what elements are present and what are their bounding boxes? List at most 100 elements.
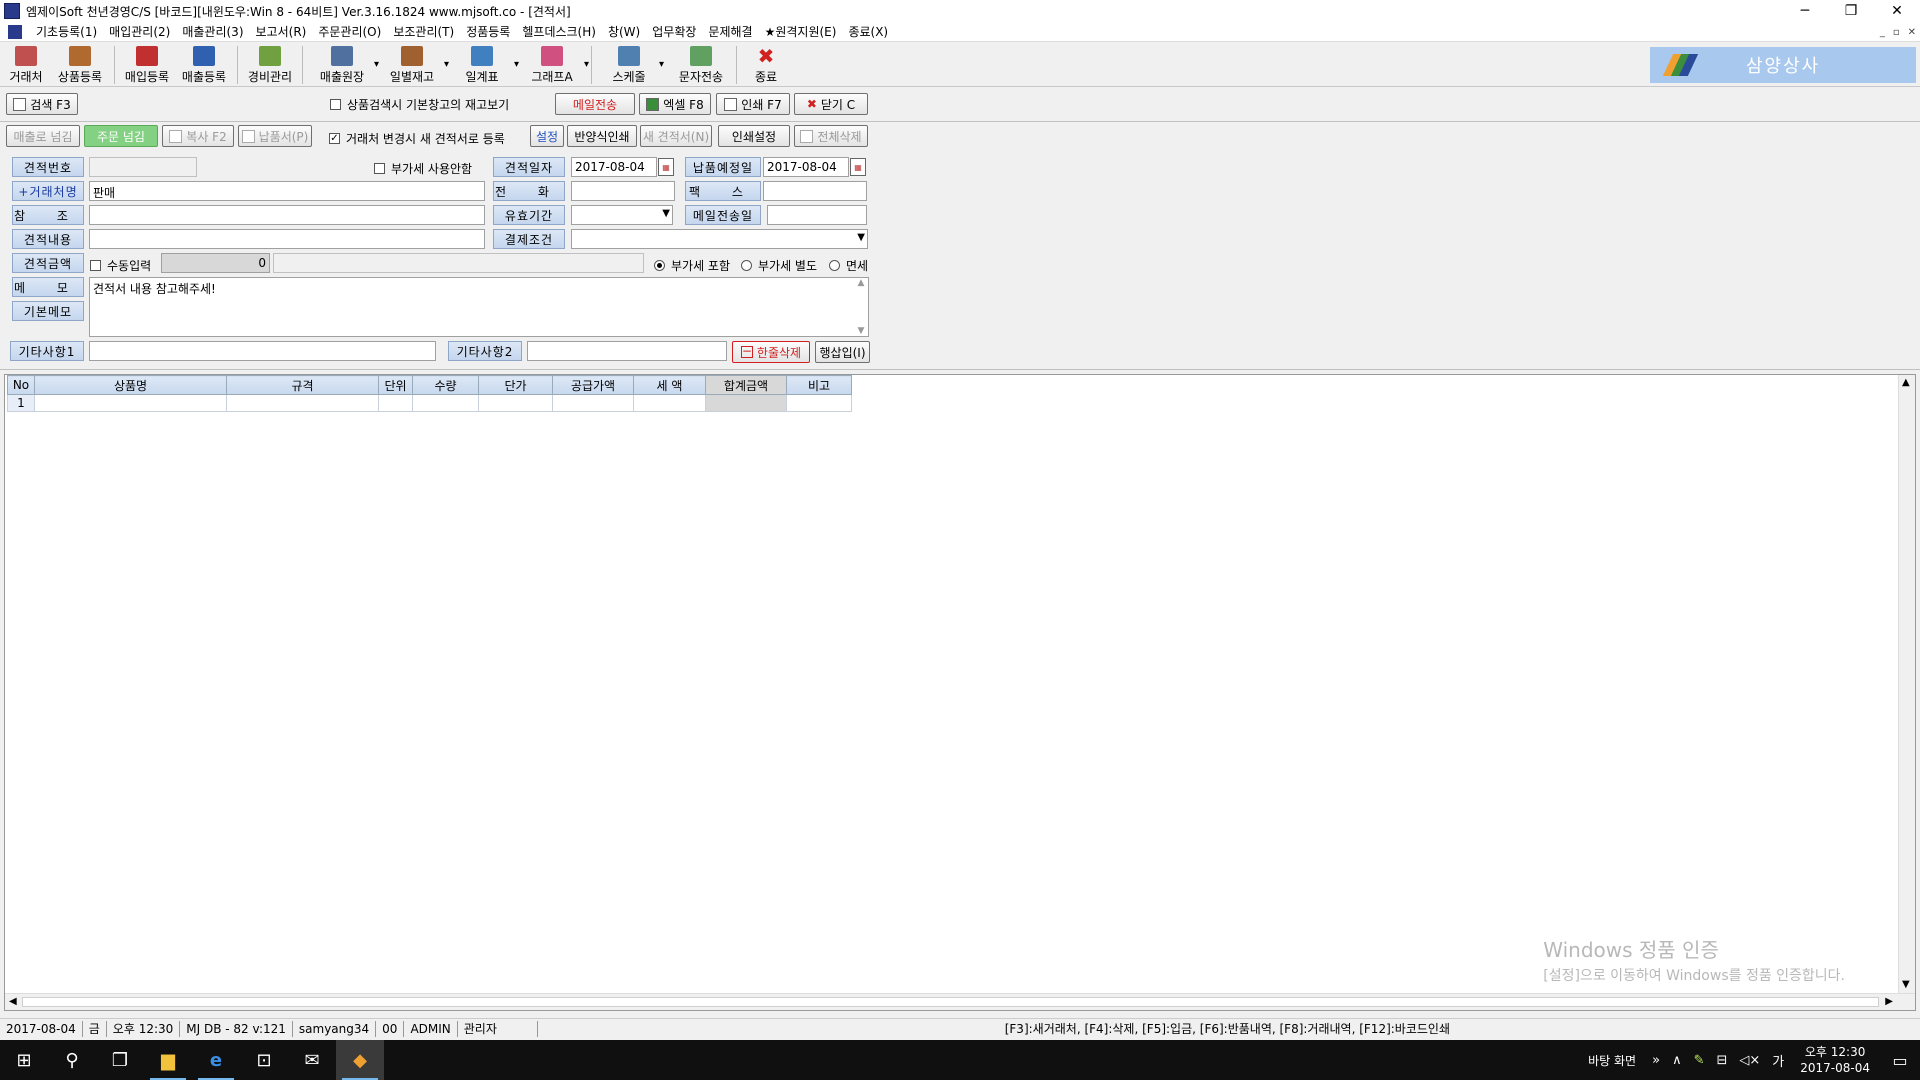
scroll-right-icon[interactable]: ▶ <box>1885 996 1893 1007</box>
calendar-icon[interactable]: ▦ <box>850 158 866 176</box>
show-hidden-icon[interactable]: ∧ <box>1672 1053 1682 1068</box>
to-sales-button[interactable]: 매출로 넘김 <box>6 125 80 147</box>
insert-row-button[interactable]: 행삽입(I) <box>815 341 870 363</box>
col-note[interactable]: 비고 <box>786 375 852 395</box>
ime-indicator[interactable]: 가 <box>1772 1051 1784 1070</box>
memo-scrollbar[interactable]: ▲ ▼ <box>854 278 868 336</box>
tax-exempt-radio[interactable]: 면세 <box>829 257 868 274</box>
stock-check-checkbox[interactable]: 상품검색시 기본창고의 재고보기 <box>330 96 509 113</box>
memo-field[interactable]: 견적서 내용 참고해주세! ▲ ▼ <box>89 277 869 337</box>
scroll-up-icon[interactable]: ▲ <box>1902 377 1910 388</box>
cell-total[interactable] <box>705 394 787 412</box>
col-qty[interactable]: 수량 <box>412 375 479 395</box>
mdi-restore-button[interactable]: ▫ <box>1893 27 1900 38</box>
mail-send-button[interactable]: 메일전송 <box>555 93 635 115</box>
task-view-button[interactable]: ❐ <box>96 1040 144 1080</box>
cell-supply[interactable] <box>552 394 634 412</box>
menu-purchase[interactable]: 매입관리(2) <box>103 23 176 40</box>
toolbar-daily-report-button[interactable]: 일계표 <box>447 43 519 87</box>
delete-row-button[interactable]: − 한줄삭제 <box>732 341 810 363</box>
cell-qty[interactable] <box>412 394 479 412</box>
col-no[interactable]: No <box>7 375 35 395</box>
vat-unused-checkbox[interactable]: 부가세 사용안함 <box>374 160 472 177</box>
file-explorer-button[interactable]: ▆ <box>144 1040 192 1080</box>
chevron-icon[interactable]: » <box>1652 1053 1660 1068</box>
toolbar-inventory-button[interactable]: 일별재고 <box>377 43 449 87</box>
menu-sales[interactable]: 매출관리(3) <box>176 23 249 40</box>
excel-button[interactable]: 엑셀 F8 <box>639 93 711 115</box>
cell-price[interactable] <box>478 394 553 412</box>
half-print-button[interactable]: 반양식인쇄 <box>567 125 637 147</box>
col-supply[interactable]: 공급가액 <box>552 375 634 395</box>
network-icon[interactable]: ⊟ <box>1716 1053 1727 1068</box>
col-total[interactable]: 합계금액 <box>705 375 787 395</box>
print-button[interactable]: 인쇄 F7 <box>716 93 790 115</box>
calendar-icon[interactable]: ▦ <box>658 158 674 176</box>
pen-icon[interactable]: ✎ <box>1694 1053 1705 1068</box>
notification-icon[interactable]: ▭ <box>1880 1051 1920 1070</box>
quote-date-field[interactable]: 2017-08-04 <box>571 157 657 177</box>
volume-icon[interactable]: ◁× <box>1739 1053 1760 1068</box>
toolbar-product-button[interactable]: 상품등록 <box>50 43 110 87</box>
clock[interactable]: 오후 12:30 2017-08-04 <box>1800 1044 1870 1076</box>
grid-horizontal-scrollbar[interactable]: ◀ ▶ <box>5 993 1915 1010</box>
toolbar-purchase-button[interactable]: 매입등록 <box>119 43 175 87</box>
scroll-down-icon[interactable]: ▼ <box>1902 979 1910 990</box>
close-window-button[interactable]: ✕ <box>1874 0 1920 22</box>
search-taskbar-button[interactable]: ⚲ <box>48 1040 96 1080</box>
toolbar-schedule-button[interactable]: 스케줄 <box>596 43 664 87</box>
delivery-note-button[interactable]: 납품서(P) <box>238 125 312 147</box>
app-taskbar-button[interactable]: ◆ <box>336 1040 384 1080</box>
menu-troubleshoot[interactable]: 문제해결 <box>702 23 758 40</box>
etc2-field[interactable] <box>527 341 727 361</box>
menu-basic[interactable]: 기초등록(1) <box>30 23 103 40</box>
col-spec[interactable]: 규격 <box>226 375 379 395</box>
validity-select[interactable]: ▼ <box>571 205 673 225</box>
menu-license[interactable]: 정품등록 <box>460 23 516 40</box>
copy-button[interactable]: 복사 F2 <box>162 125 234 147</box>
delivery-date-field[interactable]: 2017-08-04 <box>763 157 849 177</box>
desktop-toolbar[interactable]: 바탕 화면 <box>1588 1052 1636 1069</box>
mdi-minimize-button[interactable]: _ <box>1880 27 1885 38</box>
customer-field[interactable]: 판매 <box>89 181 485 201</box>
search-button[interactable]: 검색 F3 <box>6 93 78 115</box>
menu-window[interactable]: 창(W) <box>602 23 646 40</box>
print-settings-button[interactable]: 인쇄설정 <box>718 125 790 147</box>
mail-button[interactable]: ✉ <box>288 1040 336 1080</box>
vat-included-radio[interactable]: 부가세 포함 <box>654 257 730 274</box>
manual-input-checkbox[interactable]: 수동입력 <box>90 257 151 274</box>
payment-select[interactable]: ▼ <box>571 229 868 249</box>
quote-no-field[interactable] <box>89 157 197 177</box>
phone-field[interactable] <box>571 181 675 201</box>
toolbar-sms-button[interactable]: 문자전송 <box>670 43 732 87</box>
cell-no[interactable]: 1 <box>7 394 35 412</box>
col-price[interactable]: 단가 <box>478 375 553 395</box>
col-unit[interactable]: 단위 <box>378 375 413 395</box>
col-tax[interactable]: 세 액 <box>633 375 706 395</box>
cell-tax[interactable] <box>633 394 706 412</box>
new-on-change-checkbox[interactable]: ✓ 거래처 변경시 새 견적서로 등록 <box>329 130 505 147</box>
mdi-child-icon[interactable] <box>8 24 22 39</box>
col-product[interactable]: 상품명 <box>34 375 227 395</box>
delete-all-button[interactable]: 전체삭제 <box>794 125 868 147</box>
toolbar-ledger-button[interactable]: 매출원장 <box>307 43 379 87</box>
amount-field[interactable]: 0 <box>161 253 270 273</box>
menu-reports[interactable]: 보고서(R) <box>250 23 313 40</box>
settings-button[interactable]: 설정 <box>530 125 564 147</box>
new-quote-button[interactable]: 새 견적서(N) <box>640 125 712 147</box>
mail-sent-field[interactable] <box>767 205 867 225</box>
toolbar-sales-button[interactable]: 매출등록 <box>175 43 233 87</box>
to-order-button[interactable]: 주문 넘김 <box>84 125 158 147</box>
toolbar-exit-button[interactable]: ✖ 종료 <box>741 43 791 87</box>
basic-memo-button[interactable]: 기본메모 <box>12 301 84 321</box>
start-button[interactable]: ⊞ <box>0 1040 48 1080</box>
menu-helpdesk[interactable]: 헬프데스크(H) <box>516 23 602 40</box>
store-button[interactable]: ⊡ <box>240 1040 288 1080</box>
menu-orders[interactable]: 주문관리(O) <box>312 23 387 40</box>
menu-aux[interactable]: 보조관리(T) <box>387 23 460 40</box>
toolbar-customer-button[interactable]: 거래처 <box>2 43 50 87</box>
reference-field[interactable] <box>89 205 485 225</box>
edge-button[interactable]: e <box>192 1040 240 1080</box>
cell-product[interactable] <box>34 394 227 412</box>
menu-remote-support[interactable]: ★원격지원(E) <box>759 23 843 40</box>
